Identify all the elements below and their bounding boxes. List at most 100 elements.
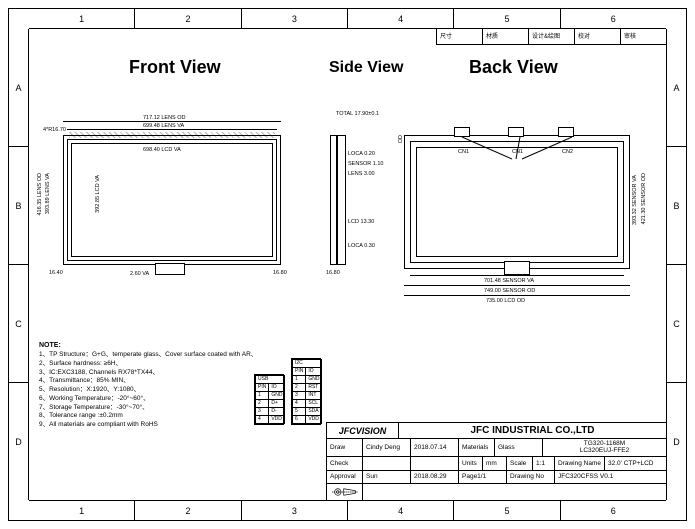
dim-lcd: LCD 13.30 [348,219,374,225]
dim-side-off: 16.80 [326,270,340,276]
drawing-name-label: Drawing Name [555,457,605,470]
drawing-no-label: Drawing No [507,471,555,484]
dim-corner: 4*R16.70 [43,127,66,133]
dim-lens-va-v: 393.89 LENS VA [45,173,51,214]
dim-sensor-va: 701.48 SENSOR VA [484,278,534,284]
dim-lens-va: 699.48 LENS VA [143,123,184,129]
zone-col: 6 [561,9,666,28]
title-block-spare [363,484,666,500]
zone-col: 5 [454,9,560,28]
zone-row: A [667,29,686,147]
zone-columns-bottom: 123456 [29,500,666,520]
dim-off-l: 16.40 [49,270,63,276]
dim-lens-od: 717.12 LENS OD [143,115,186,121]
zone-row: B [9,147,28,265]
zone-rows-right: ABCD [666,29,686,500]
front-view-title: Front View [129,57,221,78]
pinout-usb: USBPINIO1GND2D+3D-4VDD [254,374,284,425]
dim-off-r: 16.80 [273,270,287,276]
rev-c5: 审核 [621,29,666,44]
drawing-name-value: 32.0' CTP+LCD [605,457,666,470]
check-label: Check [327,457,363,470]
zone-row: C [9,265,28,383]
dim-sensor-va-v: 393.32 SENSOR VA [632,175,638,225]
rev-c3: 设计&绘图 [529,29,575,44]
zone-col: 4 [348,501,454,520]
dim-loca1: LOCA 0.20 [348,151,375,157]
note-5: 5、Resolution：X:1920、Y:1080、 [39,386,257,395]
rev-c4: 校对 [575,29,621,44]
rev-c2: 材质 [483,29,529,44]
zone-col: 4 [348,9,454,28]
note-9: 9、All materials are compliant with RoHS [39,421,257,430]
units-value: mm [483,457,507,470]
notes-block: NOTE: 1、TP Structure：G+G、temperate glass… [39,341,257,430]
note-2: 2、Surface hardness: ≥6H、 [39,360,257,369]
zone-row: C [667,265,686,383]
front-view: 717.12 LENS OD 699.48 LENS VA 698.40 LCD… [55,115,287,295]
note-4: 4、Transmittance：85% MIN、 [39,377,257,386]
dim-small-va: 2.60 VA [130,271,149,277]
note-3: 3、IC:EXC3188, Channels RX78*TX44、 [39,369,257,378]
drawing-no-value: JFC320CFSS V0.1 [555,471,666,484]
drawing-sheet: 123456 123456 ABCD ABCD 尺寸 材质 设计&绘图 校对 审… [8,8,687,521]
draw-label: Draw [327,439,363,456]
check-name [363,457,411,470]
dim-lcd-va-v: 392.85 LCD VA [95,175,101,213]
check-date [411,457,459,470]
dim-lens-od-v: 416.35 LENS OD [37,173,43,216]
zone-col: 1 [29,9,135,28]
units-label: Units [459,457,483,470]
projection-symbol-icon [327,484,363,500]
zone-col: 3 [242,9,348,28]
dim-total: TOTAL 17.90±0.1 [336,111,379,117]
revision-block: 尺寸 材质 设计&绘图 校对 审核 [436,29,666,45]
title-block: JFCVISION JFC INDUSTRIAL CO.,LTD Draw Ci… [326,422,666,500]
zone-columns-top: 123456 [29,9,666,29]
scale-value: 1:1 [533,457,555,470]
rev-c1: 尺寸 [437,29,483,44]
note-8: 8、Tolerance range :±0.2mm [39,412,257,421]
model-2: LC320EUJ-FFE2 [580,448,630,455]
draw-date: 2018.07.14 [411,439,459,456]
logo-text: JFCVISION [327,423,399,438]
materials-value: Glass [495,439,543,456]
dim-sensor-od-v: 421.30 SENSOR OD [641,173,647,224]
flex-leads [452,137,582,161]
zone-col: 2 [135,9,241,28]
side-view-title: Side View [329,59,403,77]
zone-col: 1 [29,501,135,520]
zone-row: D [667,383,686,500]
approval-name: Sun [363,471,411,484]
dim-lcd-va: 698.40 LCD VA [143,147,181,153]
dim-od-v: OD [398,135,404,143]
scale-label: Scale [507,457,533,470]
note-7: 7、Storage Temperature：-30°~70°、 [39,404,257,413]
dim-lcd-od: 735.00 LCD OD [486,298,525,304]
zone-row: B [667,147,686,265]
note-1: 1、TP Structure：G+G、temperate glass、Cover… [39,351,257,360]
approval-date: 2018.08.29 [411,471,459,484]
company-name: JFC INDUSTRIAL CO.,LTD [399,423,666,438]
dim-sensor-od: 749.00 SENSOR OD [484,288,535,294]
back-view-title: Back View [469,57,558,78]
zone-col: 3 [242,501,348,520]
zone-col: 5 [454,501,560,520]
zone-rows-left: ABCD [9,29,29,500]
dim-sensor: SENSOR 1.10 [348,161,383,167]
approval-label: Approval [327,471,363,484]
notes-heading: NOTE: [39,341,257,350]
dim-lens: LENS 3.00 [348,171,375,177]
zone-col: 6 [561,501,666,520]
note-6: 6、Working Temperature：-20°~60°、 [39,395,257,404]
draw-name: Cindy Deng [363,439,411,456]
back-view: CN1 CN1 CN2 393.32 SENSOR VA 421.30 SENS… [404,115,650,295]
zone-row: D [9,383,28,500]
page-value: Page1/1 [459,471,507,484]
zone-row: A [9,29,28,147]
pinout-i2c: I2CPINIO1GND2RST3INT4SCL5SDA6VDD [291,358,321,425]
materials-label: Materials [459,439,495,456]
dim-loca2: LOCA 0.30 [348,243,375,249]
side-view: TOTAL 17.90±0.1 LOCA 0.20 SENSOR 1.10 LE… [324,115,382,295]
zone-col: 2 [135,501,241,520]
